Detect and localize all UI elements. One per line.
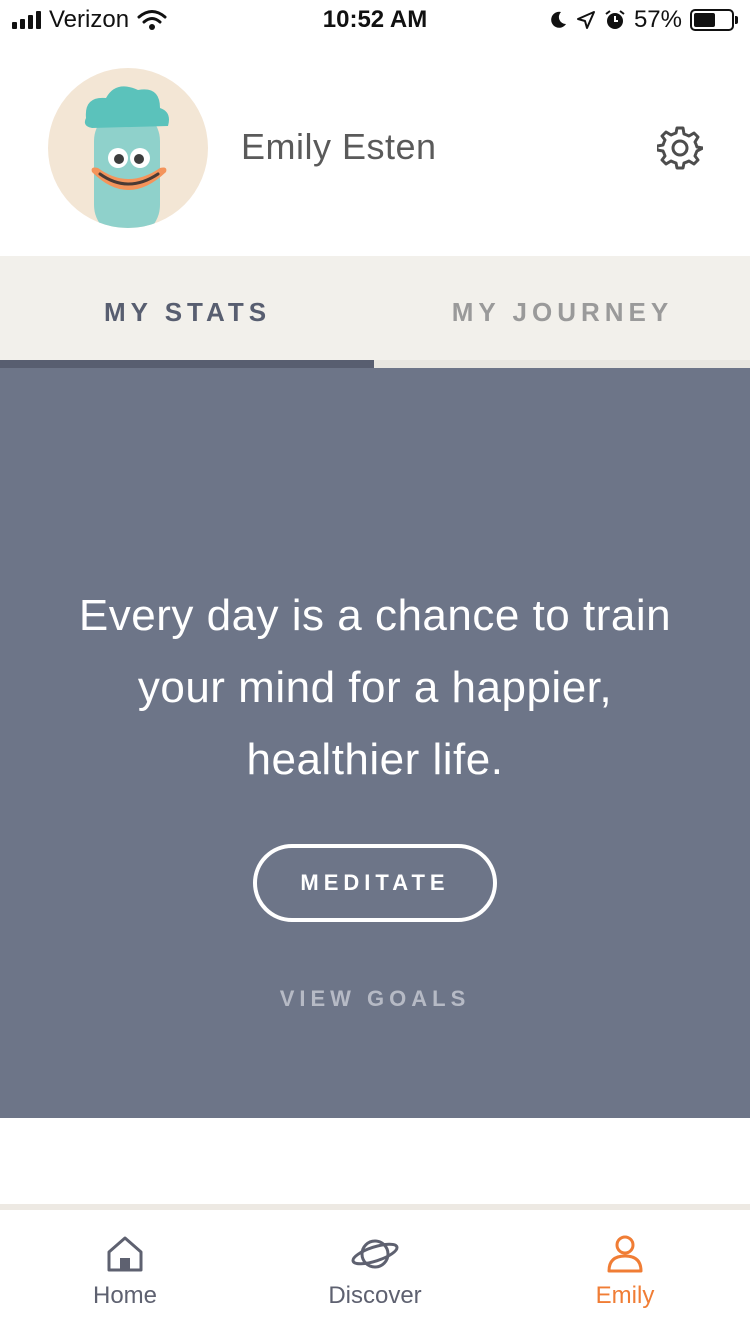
tab-my-stats[interactable]: MY STATS [0,256,375,368]
status-left: Verizon [12,6,167,34]
battery-percent: 57% [633,6,682,33]
home-icon [107,1236,143,1272]
planet-icon [351,1239,399,1269]
tab-track [374,360,750,368]
screen: Verizon 10:52 AM 57% Emily Esten MY STAT… [0,0,750,1334]
wifi-icon [137,10,167,30]
tab-my-journey[interactable]: MY JOURNEY [375,256,750,368]
carrier-label: Verizon [49,6,130,33]
tabbar-label-home: Home [92,1282,158,1309]
status-bar: Verizon 10:52 AM 57% [0,0,750,40]
tabbar-label-discover: Discover [328,1282,422,1309]
person-icon [607,1235,643,1273]
tabbar-item-discover[interactable]: Discover [250,1210,500,1334]
tabbar-label-profile: Emily [595,1282,655,1309]
tabbar-item-profile[interactable]: Emily [500,1210,750,1334]
view-goals-link[interactable]: VIEW GOALS [0,986,750,1012]
character-avatar-icon [84,86,169,228]
meditate-button[interactable]: MEDITATE [253,844,497,922]
alarm-icon [605,10,625,29]
profile-header: Emily Esten [0,40,750,256]
segment-tabs: MY STATS MY JOURNEY [0,256,750,368]
bottom-tab-bar: Home Discover Emily [0,1210,750,1334]
stats-panel: Every day is a chance to train your mind… [0,368,750,1118]
status-right: 57% [548,6,738,34]
moon-icon [551,11,566,28]
settings-button[interactable] [656,124,704,172]
location-arrow-icon [576,11,595,29]
signal-icon [12,11,41,29]
motivational-quote: Every day is a chance to train your mind… [78,591,672,784]
active-tab-indicator [0,360,374,368]
battery-icon [690,9,738,31]
gear-icon [657,126,703,170]
tabbar-item-home[interactable]: Home [0,1210,250,1334]
user-name: Emily Esten [241,126,437,167]
avatar[interactable] [48,68,208,228]
